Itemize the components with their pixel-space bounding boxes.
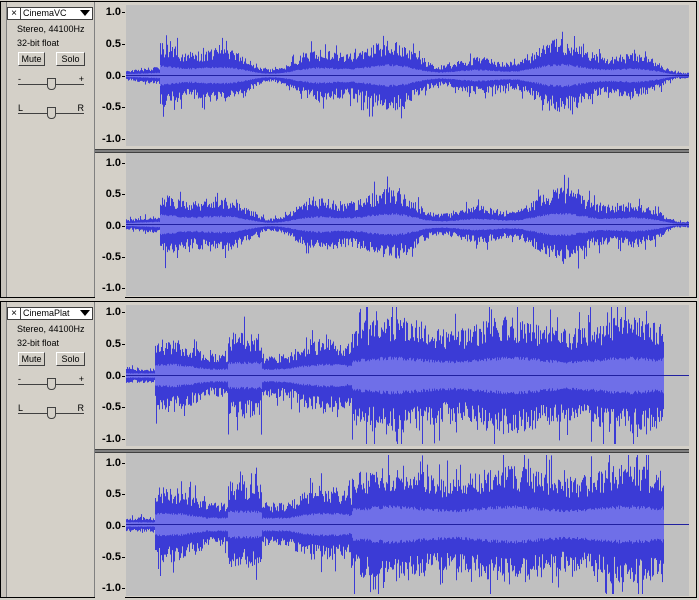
track-cinemavc: × CinemaVC Stereo, 44100Hz 32-bit float …: [0, 1, 697, 298]
chevron-down-icon[interactable]: [80, 310, 90, 316]
ruler-tick-mark: [122, 439, 125, 440]
amplitude-ruler: 1.0 0.5 0.0 -0.5 -1.0: [95, 453, 125, 598]
waveform-graphic: [126, 5, 689, 146]
ruler-tick-label: 0.5: [105, 488, 121, 501]
waveform-graphic: [126, 305, 689, 446]
ruler-tick-mark: [122, 494, 125, 496]
pan-right-label: R: [77, 103, 85, 113]
close-icon[interactable]: ×: [8, 8, 21, 19]
gain-plus-label: +: [78, 74, 84, 84]
waveform-right-channel[interactable]: [126, 453, 689, 596]
ruler-tick-mark: [122, 43, 125, 45]
track-format: Stereo, 44100Hz: [17, 24, 85, 34]
pan-left-label: L: [18, 403, 24, 413]
waveform-graphic: [126, 153, 689, 296]
close-icon[interactable]: ×: [8, 308, 21, 319]
track-name[interactable]: CinemaVC: [23, 8, 67, 19]
gain-slider-thumb[interactable]: [47, 78, 56, 90]
ruler-tick-mark: [122, 407, 125, 409]
ruler-tick-label: 0.0: [105, 219, 121, 232]
ruler-tick-mark: [122, 75, 125, 77]
ruler-tick-mark: [122, 525, 125, 527]
solo-button[interactable]: Solo: [56, 52, 85, 66]
pan-left-label: L: [18, 103, 24, 113]
waveform-left-channel[interactable]: [126, 5, 689, 146]
ruler-tick-mark: [122, 12, 125, 13]
ruler-tick-label: -1.0: [102, 133, 121, 145]
mute-button[interactable]: Mute: [18, 352, 45, 366]
track-control-panel: × CinemaVC Stereo, 44100Hz 32-bit float …: [7, 7, 93, 293]
ruler-tick-label: 1.0: [105, 306, 121, 318]
amplitude-ruler: 1.0 0.5 0.0 -0.5 -1.0: [95, 153, 125, 298]
track-bitdepth: 32-bit float: [17, 38, 60, 48]
track-control-panel: × CinemaPlat Stereo, 44100Hz 32-bit floa…: [7, 307, 93, 593]
ruler-tick-mark: [122, 312, 125, 313]
ruler-tick-label: 0.5: [105, 337, 121, 350]
mute-button[interactable]: Mute: [18, 52, 45, 66]
ruler-tick-mark: [122, 588, 125, 589]
track-titlebar[interactable]: × CinemaVC: [7, 7, 93, 20]
pan-slider-thumb[interactable]: [47, 107, 56, 119]
gain-plus-label: +: [78, 374, 84, 384]
gain-minus-label: -: [18, 74, 21, 84]
ruler-tick-label: -1.0: [102, 282, 121, 294]
amplitude-ruler: 1.0 0.5 0.0 -0.5 -1.0: [95, 302, 125, 449]
track-bitdepth: 32-bit float: [17, 338, 60, 348]
waveform-left-channel[interactable]: [126, 305, 689, 446]
solo-button[interactable]: Solo: [56, 352, 85, 366]
waveform-right-channel[interactable]: [126, 153, 689, 296]
ruler-tick-mark: [122, 225, 125, 227]
ruler-tick-mark: [122, 194, 125, 196]
ruler-tick-label: 1.0: [105, 6, 121, 18]
waveform-graphic: [126, 453, 689, 596]
gain-minus-label: -: [18, 374, 21, 384]
chevron-down-icon[interactable]: [80, 10, 90, 16]
pan-slider-thumb[interactable]: [47, 407, 56, 419]
ruler-tick-label: -0.5: [102, 550, 121, 563]
ruler-tick-label: -1.0: [102, 433, 121, 445]
ruler-tick-label: 1.0: [105, 157, 121, 169]
ruler-tick-label: 1.0: [105, 457, 121, 469]
ruler-tick-label: 0.0: [105, 519, 121, 532]
track-format: Stereo, 44100Hz: [17, 324, 85, 334]
ruler-tick-mark: [122, 107, 125, 109]
ruler-tick-label: -1.0: [102, 582, 121, 594]
ruler-tick-label: -0.5: [102, 101, 121, 114]
pan-slider[interactable]: L R: [18, 403, 84, 421]
pan-slider[interactable]: L R: [18, 103, 84, 121]
track-name[interactable]: CinemaPlat: [23, 308, 70, 319]
ruler-tick-label: 0.0: [105, 369, 121, 382]
pan-right-label: R: [77, 403, 85, 413]
track-cinemaplat: × CinemaPlat Stereo, 44100Hz 32-bit floa…: [0, 301, 697, 598]
amplitude-ruler: 1.0 0.5 0.0 -0.5 -1.0: [95, 2, 125, 149]
ruler-tick-mark: [122, 139, 125, 140]
ruler-tick-label: -0.5: [102, 401, 121, 414]
ruler-tick-mark: [122, 463, 125, 464]
ruler-tick-mark: [122, 343, 125, 345]
track-titlebar[interactable]: × CinemaPlat: [7, 307, 93, 320]
gain-slider[interactable]: - +: [18, 374, 84, 392]
ruler-tick-mark: [122, 256, 125, 258]
ruler-tick-label: 0.5: [105, 37, 121, 50]
ruler-tick-mark: [122, 163, 125, 164]
ruler-tick-mark: [122, 556, 125, 558]
ruler-tick-mark: [122, 375, 125, 377]
gain-slider-thumb[interactable]: [47, 378, 56, 390]
ruler-tick-label: -0.5: [102, 250, 121, 263]
ruler-tick-label: 0.0: [105, 69, 121, 82]
ruler-tick-mark: [122, 288, 125, 289]
gain-slider[interactable]: - +: [18, 74, 84, 92]
ruler-tick-label: 0.5: [105, 188, 121, 201]
